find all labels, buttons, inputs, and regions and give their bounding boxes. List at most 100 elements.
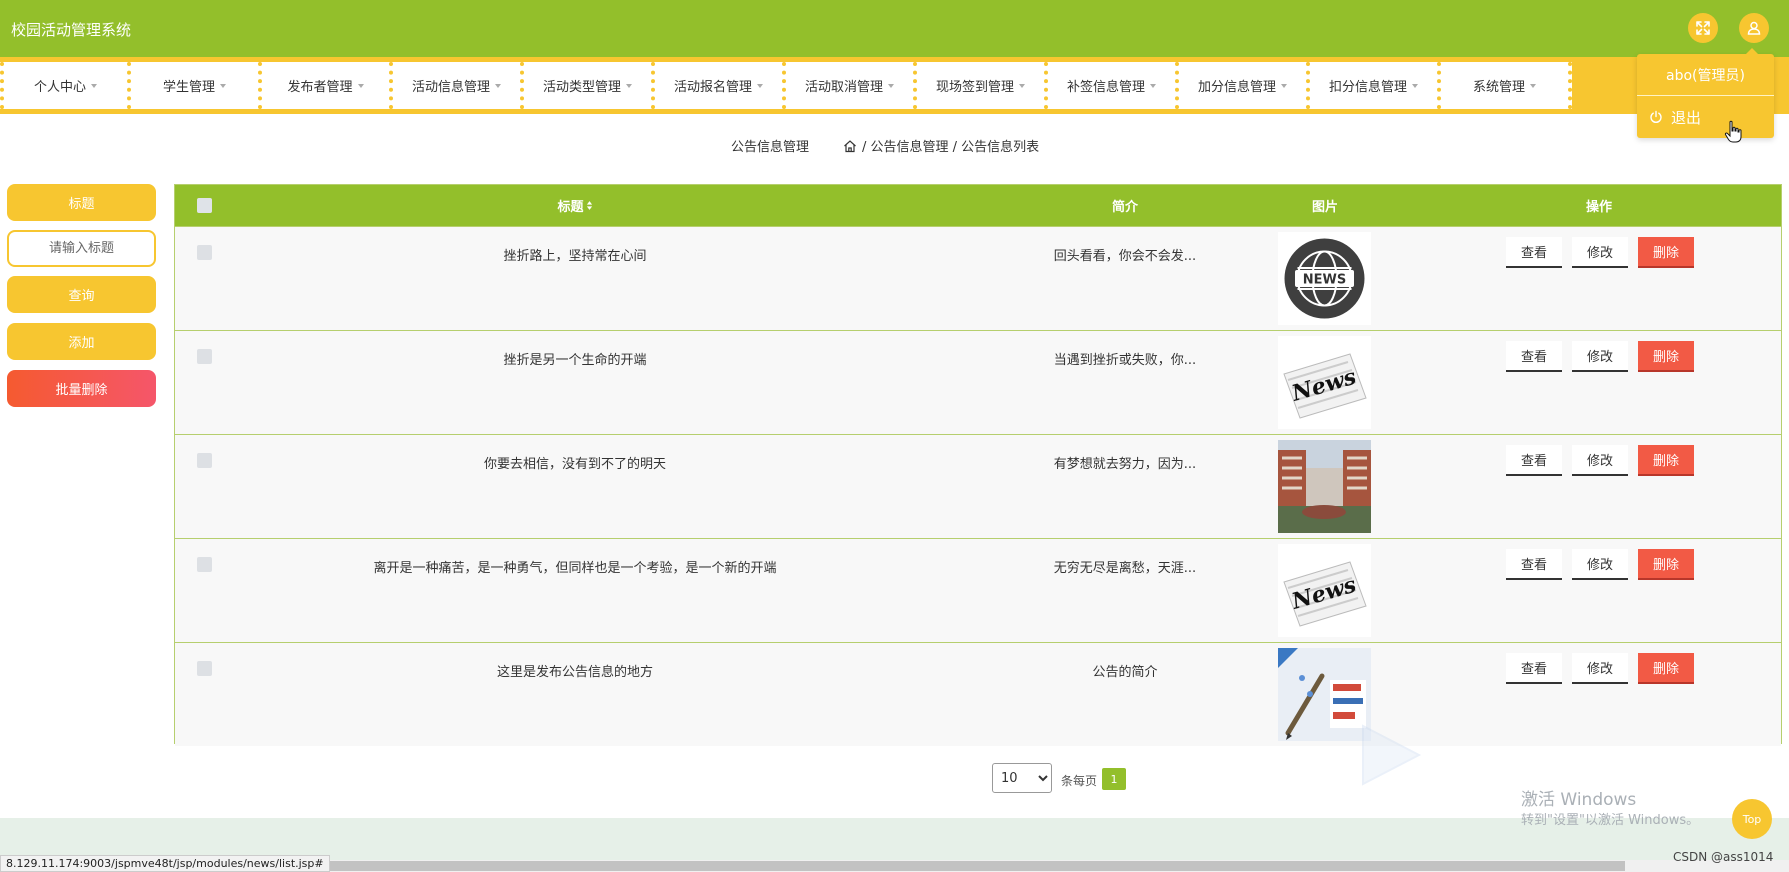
edit-button[interactable]: 修改 [1572, 237, 1628, 268]
windows-activation-title: 激活 Windows [1521, 790, 1637, 810]
edit-button[interactable]: 修改 [1572, 445, 1628, 476]
nav-item-publishers[interactable]: 发布者管理 [262, 62, 393, 109]
delete-button[interactable]: 删除 [1638, 653, 1694, 684]
user-icon [1747, 21, 1761, 35]
column-actions-header: 操作 [1585, 200, 1612, 215]
caret-down-icon [357, 83, 364, 88]
table-row: 你要去相信，没有到不了的明天 有梦想就去努力，因为... 查看 修改 删除 [175, 434, 1781, 538]
table-header: 标题 简介 图片 操作 [175, 185, 1781, 226]
app-title: 校园活动管理系统 [11, 21, 132, 39]
table-row: 这里是发布公告信息的地方 公告的简介 查看 修改 删除 [175, 642, 1781, 746]
dropdown-username: abo(管理员) [1637, 54, 1774, 96]
user-dropdown: abo(管理员) 退出 [1637, 48, 1774, 138]
play-watermark-icon [1362, 724, 1422, 786]
row-title: 挫折路上，坚持常在心间 [503, 249, 647, 264]
page-title: 公告信息管理 [731, 140, 810, 155]
home-icon[interactable] [843, 139, 857, 153]
query-button[interactable]: 查询 [7, 276, 156, 313]
row-intro: 有梦想就去努力，因为... [1053, 457, 1197, 472]
csdn-watermark: CSDN @ass1014 [1673, 850, 1774, 864]
edit-button[interactable]: 修改 [1572, 653, 1628, 684]
view-button[interactable]: 查看 [1506, 549, 1562, 580]
caret-down-icon [1530, 83, 1536, 88]
back-to-top-button[interactable]: Top [1732, 799, 1772, 839]
power-icon [1650, 110, 1662, 124]
caret-down-icon [1150, 83, 1156, 88]
newspaper-icon: News [1283, 353, 1367, 419]
main-nav: 个人中心 学生管理 发布者管理 活动信息管理 活动类型管理 活动报名管理 活动取… [0, 57, 1789, 114]
nav-item-registration[interactable]: 活动报名管理 [655, 62, 786, 109]
nav-item-bonus-points[interactable]: 加分信息管理 [1179, 62, 1310, 109]
fullscreen-button[interactable] [1688, 13, 1718, 43]
row-title: 挫折是另一个生命的开端 [503, 353, 647, 368]
view-button[interactable]: 查看 [1506, 341, 1562, 372]
nav-item-students[interactable]: 学生管理 [131, 62, 262, 109]
column-image-header: 图片 [1311, 200, 1338, 215]
table-row: 挫折是另一个生命的开端 当遇到挫折或失败，你... News 查看 修改 删除 [175, 330, 1781, 434]
table-row: 离开是一种痛苦，是一种勇气，但同样也是一个考验，是一个新的开端 无穷无尽是离愁，… [175, 538, 1781, 642]
row-intro: 当遇到挫折或失败，你... [1053, 353, 1197, 368]
delete-button[interactable]: 删除 [1638, 237, 1694, 268]
row-intro: 无穷无尽是离愁，天涯... [1053, 561, 1197, 576]
top-bar: 校园活动管理系统 [0, 0, 1789, 57]
title-search-input[interactable] [7, 230, 156, 267]
breadcrumb-path: / 公告信息管理 / 公告信息列表 [862, 140, 1040, 155]
caret-down-icon [495, 83, 501, 88]
caret-down-icon [220, 83, 226, 88]
caret-down-icon [626, 83, 632, 88]
row-image[interactable]: NEWS [1278, 232, 1371, 325]
batch-delete-button[interactable]: 批量删除 [7, 370, 156, 407]
column-intro-header: 简介 [1111, 200, 1138, 215]
hand-cursor-icon [1724, 120, 1742, 143]
nav-item-deduction[interactable]: 扣分信息管理 [1310, 62, 1441, 109]
caret-down-icon [1019, 83, 1025, 88]
row-image[interactable]: News [1278, 544, 1371, 637]
row-intro: 公告的简介 [1092, 665, 1158, 680]
view-button[interactable]: 查看 [1506, 653, 1562, 684]
page-number-1[interactable]: 1 [1102, 768, 1126, 790]
caret-down-icon [757, 83, 763, 88]
row-image[interactable]: News [1278, 336, 1371, 429]
logout-menu-item[interactable]: 退出 [1637, 96, 1774, 138]
nav-item-checkin[interactable]: 现场签到管理 [917, 62, 1048, 109]
user-button[interactable] [1739, 13, 1769, 43]
nav-item-activity-types[interactable]: 活动类型管理 [524, 62, 655, 109]
nav-item-system[interactable]: 系统管理 [1441, 62, 1572, 109]
row-image[interactable] [1278, 440, 1371, 533]
add-button[interactable]: 添加 [7, 323, 156, 360]
status-bar-url: 8.129.11.174:9003/jspmve48t/jsp/modules/… [0, 855, 330, 872]
windows-activation-subtitle: 转到"设置"以激活 Windows。 [1521, 813, 1700, 828]
delete-button[interactable]: 删除 [1638, 445, 1694, 476]
view-button[interactable]: 查看 [1506, 445, 1562, 476]
nav-item-activity-info[interactable]: 活动信息管理 [393, 62, 524, 109]
edit-button[interactable]: 修改 [1572, 341, 1628, 372]
table-row: 挫折路上，坚持常在心间 回头看看，你会不会发... NEWS 查看 修改 删除 [175, 226, 1781, 330]
nav-item-makeup-checkin[interactable]: 补签信息管理 [1048, 62, 1179, 109]
delete-button[interactable]: 删除 [1638, 549, 1694, 580]
svg-text:NEWS: NEWS [1303, 273, 1346, 288]
column-title-header[interactable]: 标题 [375, 185, 775, 226]
row-title: 离开是一种痛苦，是一种勇气，但同样也是一个考验，是一个新的开端 [373, 561, 777, 576]
row-intro: 回头看看，你会不会发... [1053, 249, 1197, 264]
view-button[interactable]: 查看 [1506, 237, 1562, 268]
breadcrumb: / 公告信息管理 / 公告信息列表 [843, 136, 1039, 155]
row-title: 这里是发布公告信息的地方 [496, 665, 653, 680]
nav-item-cancellation[interactable]: 活动取消管理 [786, 62, 917, 109]
select-all-checkbox[interactable] [197, 198, 212, 213]
campus-photo [1278, 440, 1371, 533]
page-size-select[interactable]: 10 [992, 763, 1052, 793]
nav-item-personal[interactable]: 个人中心 [0, 62, 131, 109]
delete-button[interactable]: 删除 [1638, 341, 1694, 372]
notice-table: 标题 简介 图片 操作 挫折路上，坚持常在心间 回头看看，你会不会发... NE… [174, 184, 1782, 746]
per-page-label: 条每页 [1061, 774, 1098, 788]
news-globe-icon: NEWS [1284, 238, 1365, 319]
sort-icon[interactable] [586, 200, 593, 211]
caret-down-icon [888, 83, 894, 88]
caret-down-icon [91, 83, 97, 88]
caret-down-icon [1412, 83, 1418, 88]
edit-button[interactable]: 修改 [1572, 549, 1628, 580]
title-field-label: 标题 [7, 184, 156, 221]
expand-icon [1696, 21, 1710, 35]
row-title: 你要去相信，没有到不了的明天 [483, 457, 666, 472]
newspaper-icon: News [1283, 561, 1367, 627]
